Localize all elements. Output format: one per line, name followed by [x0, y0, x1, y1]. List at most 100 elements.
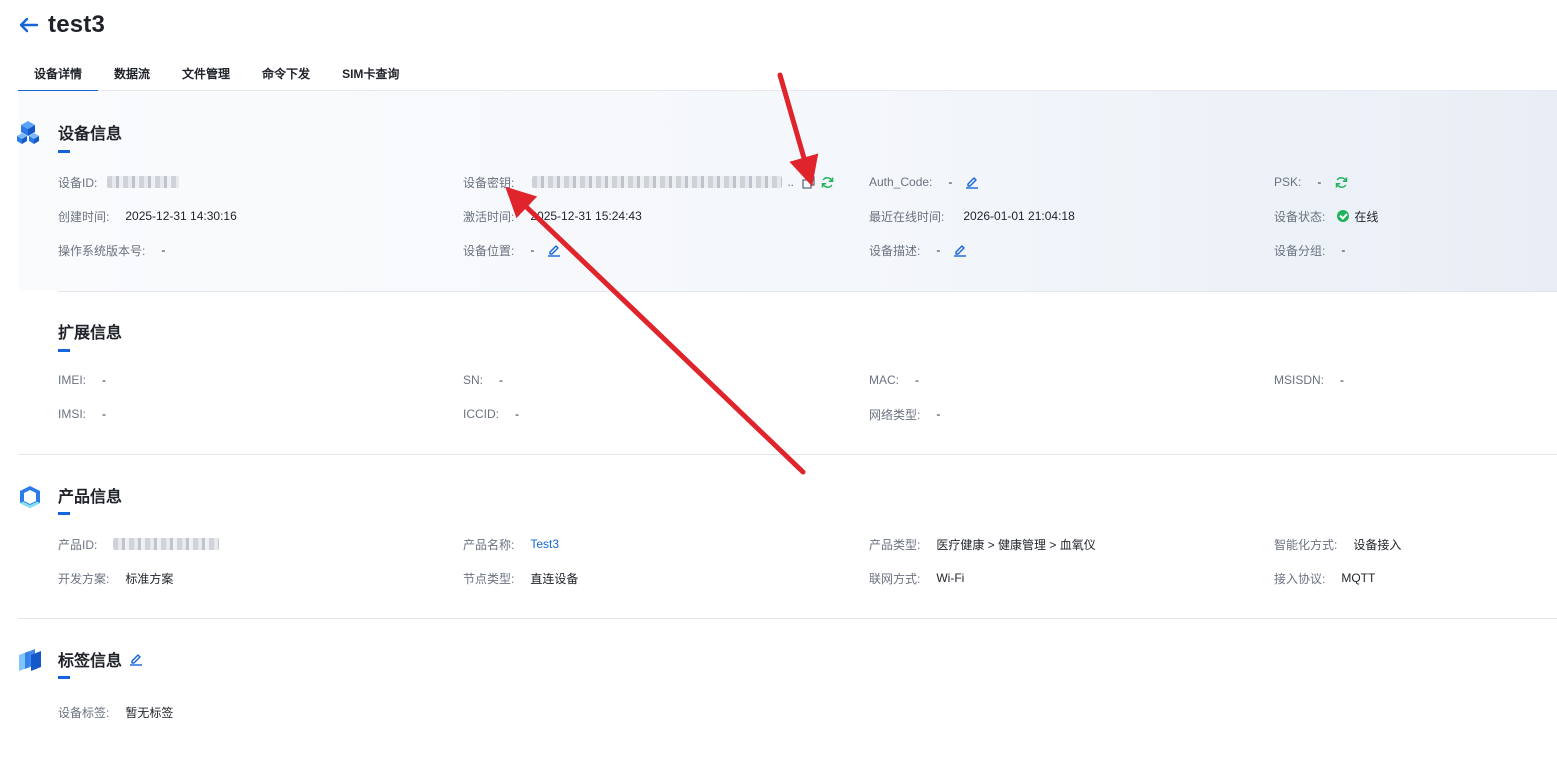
tab-bar: 设备详情 数据流 文件管理 命令下发 SIM卡查询 — [18, 58, 1557, 92]
tab-sim-query[interactable]: SIM卡查询 — [326, 58, 415, 91]
field-value: 设备接入 — [1353, 537, 1402, 552]
online-status-icon — [1337, 210, 1350, 222]
field-sn: SN: - — [463, 370, 503, 390]
field-value: 2025-12-31 14:30:16 — [125, 209, 237, 223]
product-box-icon — [17, 484, 41, 508]
field-value: - — [499, 373, 504, 387]
field-device-status: 设备状态: 在线 — [1274, 206, 1378, 226]
field-value: - — [515, 407, 519, 421]
section-title-product-info: 产品信息 — [58, 489, 123, 506]
field-auth-code: Auth_Code: - — [869, 172, 980, 192]
field-value: Wi-Fi — [936, 571, 965, 585]
device-secret-redacted — [532, 176, 783, 188]
field-label: 设备标签: — [58, 705, 110, 720]
field-network-type: 网络类型: - — [869, 404, 940, 424]
field-label: 设备描述: — [869, 243, 921, 258]
field-value: - — [915, 373, 919, 387]
field-device-tags: 设备标签: 暂无标签 — [58, 702, 173, 722]
field-imei: IMEI: - — [58, 370, 106, 390]
field-mac: MAC: - — [869, 370, 919, 390]
field-value: - — [936, 407, 941, 421]
field-label: PSK: — [1274, 175, 1302, 189]
field-description: 设备描述: - — [869, 240, 968, 260]
field-label: Auth_Code: — [869, 175, 933, 189]
field-label: IMEI: — [58, 373, 87, 387]
field-created-time: 创建时间: 2025-12-31 14:30:16 — [58, 206, 237, 226]
field-label: 操作系统版本号: — [58, 243, 146, 258]
field-product-type: 产品类型: 医疗健康 > 健康管理 > 血氧仪 — [869, 534, 1096, 554]
field-label: ICCID: — [463, 407, 499, 421]
field-label: 设备密钥: — [463, 175, 515, 190]
field-label: 产品名称: — [463, 537, 515, 552]
field-value: - — [1317, 175, 1322, 189]
field-label: 产品ID: — [58, 537, 98, 552]
section-title-device-info: 设备信息 — [58, 126, 123, 143]
tab-device-details[interactable]: 设备详情 — [18, 58, 99, 92]
section-underline — [58, 349, 70, 352]
tab-data-stream[interactable]: 数据流 — [98, 58, 166, 91]
tab-command-dispatch[interactable]: 命令下发 — [246, 58, 326, 91]
field-location: 设备位置: - — [463, 240, 562, 260]
field-label: 设备分组: — [1274, 243, 1326, 258]
product-name-link[interactable]: Test3 — [530, 537, 559, 551]
edit-icon[interactable] — [964, 174, 980, 190]
section-underline — [58, 676, 70, 679]
field-imsi: IMSI: - — [58, 404, 106, 424]
refresh-icon[interactable] — [819, 174, 835, 190]
field-device-secret: 设备密钥: .. — [463, 172, 835, 192]
field-label: 创建时间: — [58, 209, 110, 224]
field-activated-time: 激活时间: 2025-12-31 15:24:43 — [463, 206, 642, 226]
page-title: test3 — [48, 11, 106, 38]
section-title-text: 标签信息 — [58, 653, 123, 670]
product-id-redacted — [113, 538, 220, 550]
field-network-mode: 联网方式: Wi-Fi — [869, 568, 964, 588]
field-iccid: ICCID: - — [463, 404, 519, 424]
field-value: 医疗健康 > 健康管理 > 血氧仪 — [936, 537, 1096, 552]
field-value: - — [102, 407, 107, 421]
edit-icon[interactable] — [952, 242, 968, 258]
field-label: IMSI: — [58, 407, 87, 421]
field-device-id: 设备ID: — [58, 172, 180, 192]
copy-icon[interactable] — [800, 174, 816, 190]
field-label: 激活时间: — [463, 209, 515, 224]
field-msisdn: MSISDN: - — [1274, 370, 1344, 390]
field-label: 开发方案: — [58, 571, 110, 586]
field-label: 网络类型: — [869, 407, 921, 422]
divider — [18, 618, 1557, 619]
field-label: SN: — [463, 373, 484, 387]
field-label: 设备状态: — [1274, 209, 1326, 224]
field-label: 设备ID: — [58, 175, 98, 190]
field-value: - — [1341, 243, 1346, 257]
field-node-type: 节点类型: 直连设备 — [463, 568, 578, 588]
field-label: 接入协议: — [1274, 571, 1326, 586]
field-label: 智能化方式: — [1274, 537, 1338, 552]
field-label: MAC: — [869, 373, 899, 387]
field-value: 直连设备 — [530, 571, 579, 586]
edit-icon[interactable] — [546, 242, 562, 258]
field-value: 标准方案 — [125, 571, 174, 586]
field-dev-plan: 开发方案: 标准方案 — [58, 568, 173, 588]
secret-ellipsis: .. — [787, 175, 795, 189]
refresh-icon[interactable] — [1333, 174, 1349, 190]
back-arrow-icon[interactable] — [18, 14, 40, 36]
field-smart-mode: 智能化方式: 设备接入 — [1274, 534, 1401, 554]
device-id-redacted — [107, 176, 180, 188]
field-os-version: 操作系统版本号: - — [58, 240, 165, 260]
section-title-tag-info: 标签信息 — [58, 647, 144, 671]
cube-cluster-icon — [16, 119, 40, 144]
edit-icon[interactable] — [128, 651, 144, 667]
field-value: - — [530, 243, 535, 257]
section-underline — [58, 512, 70, 515]
field-product-name: 产品名称: Test3 — [463, 534, 559, 554]
tab-file-management[interactable]: 文件管理 — [166, 58, 246, 91]
field-value: - — [1340, 373, 1345, 387]
field-value: - — [948, 175, 953, 189]
section-underline — [58, 150, 70, 153]
field-last-online: 最近在线时间: 2026-01-01 21:04:18 — [869, 206, 1075, 226]
field-label: 产品类型: — [869, 537, 921, 552]
field-group: 设备分组: - — [1274, 240, 1345, 260]
field-value: - — [102, 373, 107, 387]
field-label: MSISDN: — [1274, 373, 1325, 387]
field-psk: PSK: - — [1274, 172, 1349, 192]
field-value: 2026-01-01 21:04:18 — [963, 209, 1075, 223]
